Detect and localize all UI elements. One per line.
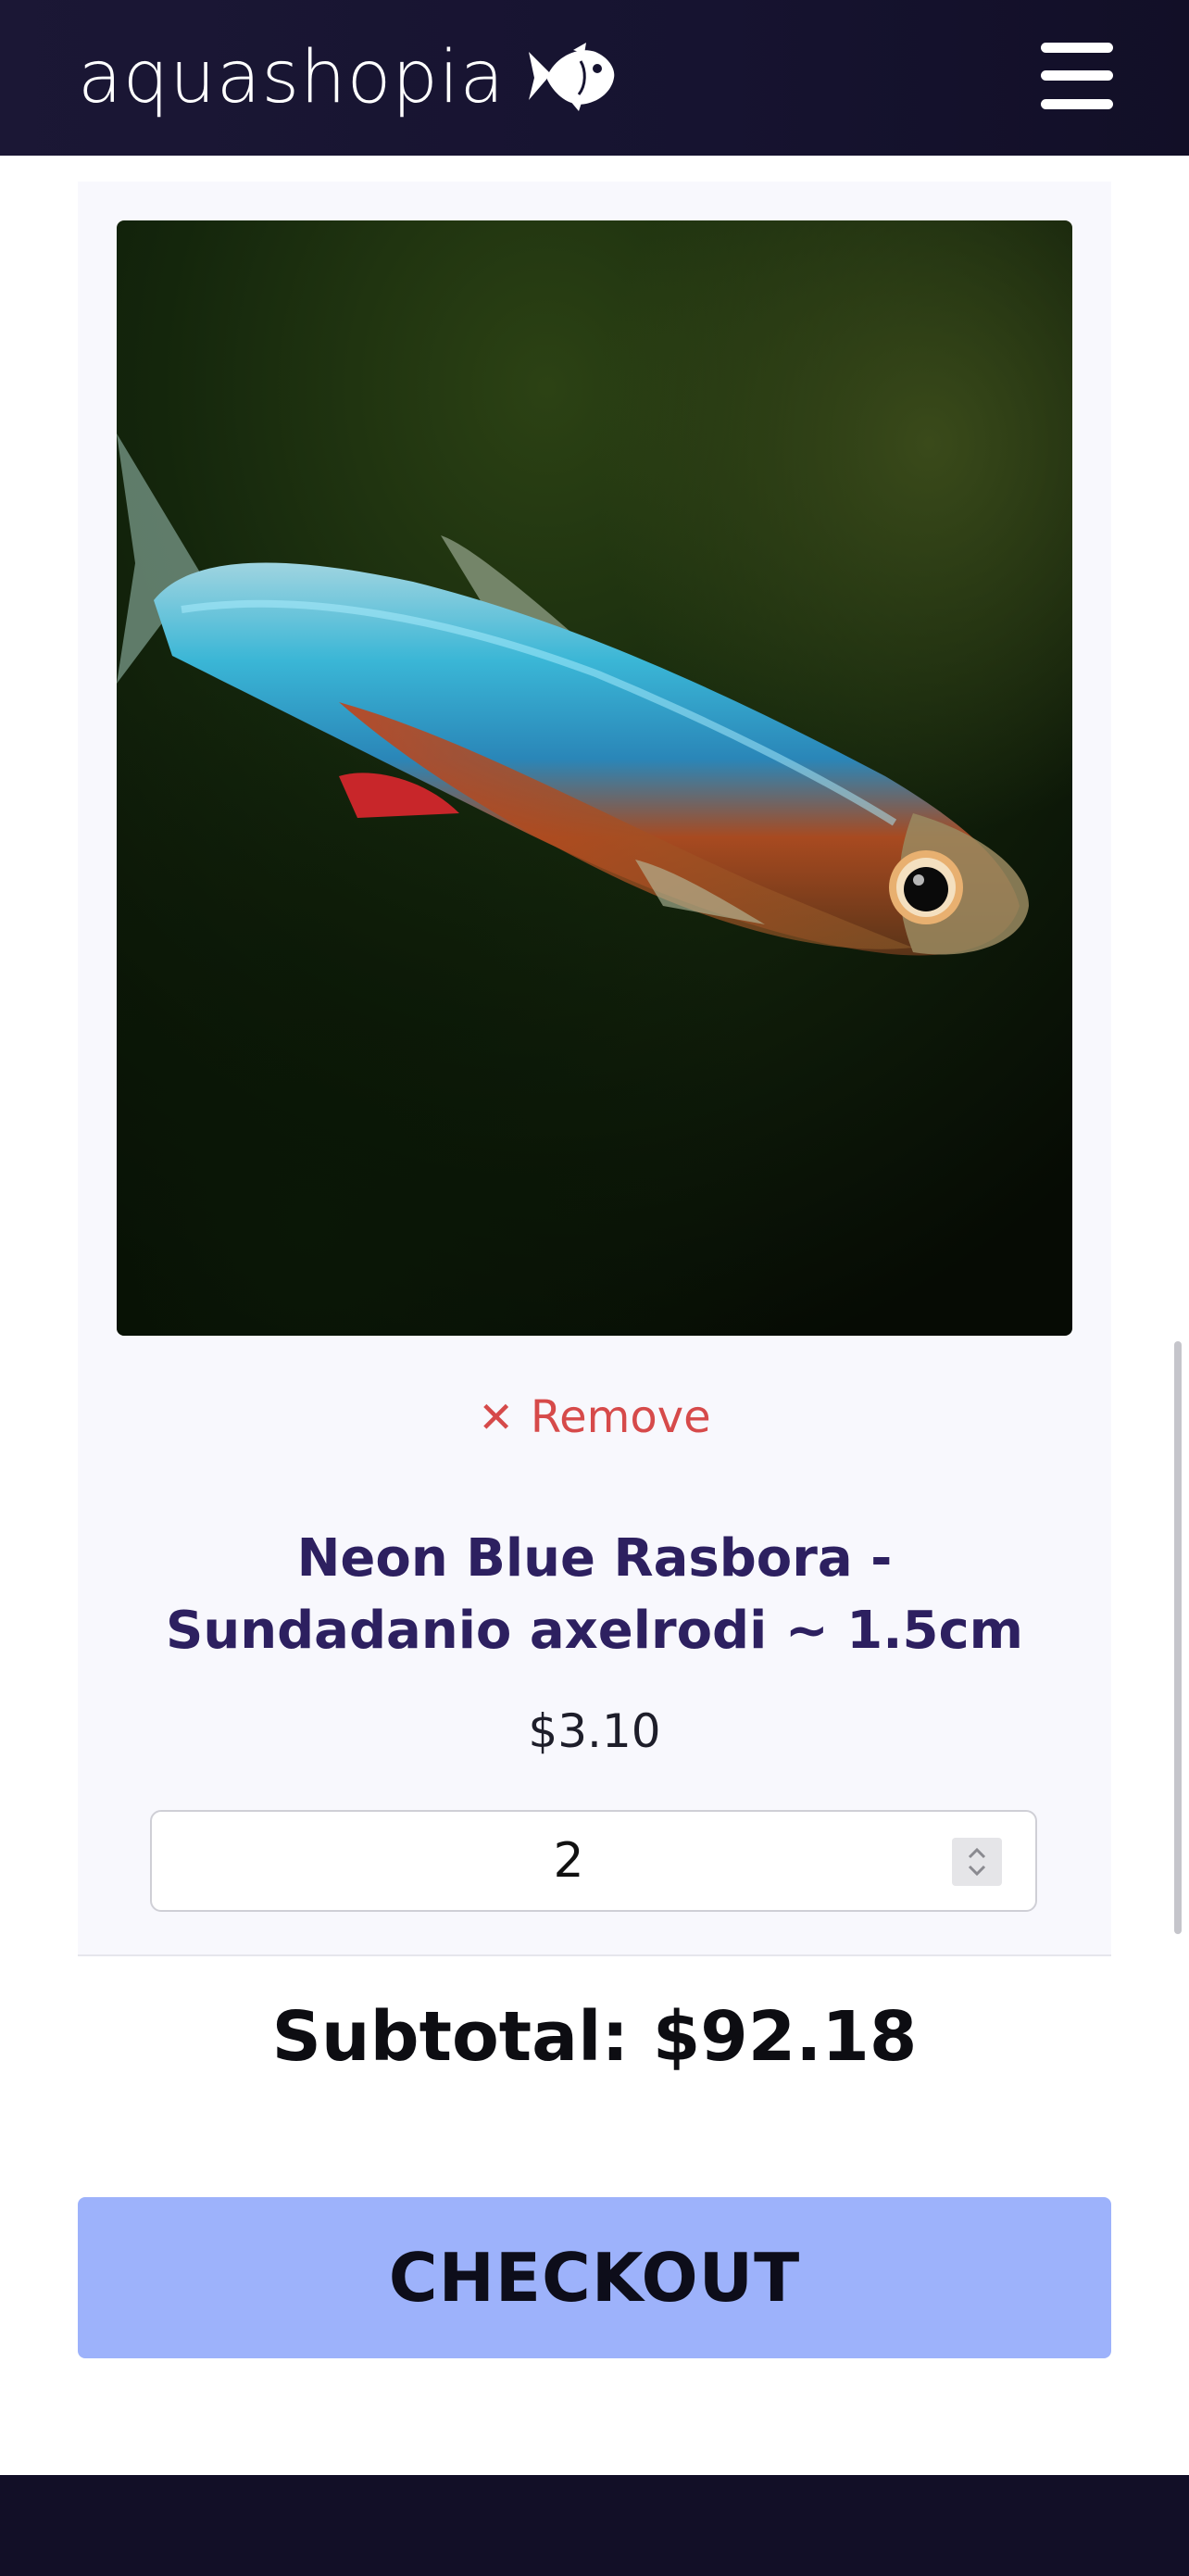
menu-bar bbox=[1041, 43, 1113, 53]
logo[interactable]: aquashopia bbox=[78, 33, 616, 122]
fish-photo bbox=[117, 220, 1072, 1336]
fish-icon bbox=[529, 43, 615, 111]
scrollbar[interactable] bbox=[1174, 1341, 1182, 1934]
quantity-stepper-icon[interactable] bbox=[952, 1838, 1002, 1886]
menu-bar bbox=[1041, 70, 1113, 81]
quantity-value[interactable]: 2 bbox=[152, 1812, 985, 1910]
product-image bbox=[117, 220, 1072, 1336]
cart-item-card: ✕ Remove Neon Blue Rasbora - Sundadanio a… bbox=[78, 182, 1111, 1954]
product-name[interactable]: Neon Blue Rasbora - Sundadanio axelrodi … bbox=[133, 1523, 1056, 1667]
menu-bar bbox=[1041, 99, 1113, 109]
site-footer bbox=[0, 2475, 1189, 2576]
subtotal: Subtotal: $92.18 bbox=[271, 1997, 918, 2077]
quantity-input[interactable]: 2 bbox=[150, 1810, 1037, 1912]
menu-button[interactable] bbox=[1041, 43, 1113, 109]
checkout-button[interactable]: CHECKOUT bbox=[78, 2197, 1111, 2358]
product-price: $3.10 bbox=[528, 1704, 661, 1758]
remove-label: Remove bbox=[530, 1391, 711, 1443]
remove-button[interactable]: ✕ Remove bbox=[78, 1391, 1111, 1443]
site-header: aquashopia bbox=[0, 0, 1189, 156]
close-icon: ✕ bbox=[478, 1392, 514, 1442]
divider bbox=[78, 1954, 1111, 1956]
logo-text: aquashopia bbox=[78, 36, 506, 119]
